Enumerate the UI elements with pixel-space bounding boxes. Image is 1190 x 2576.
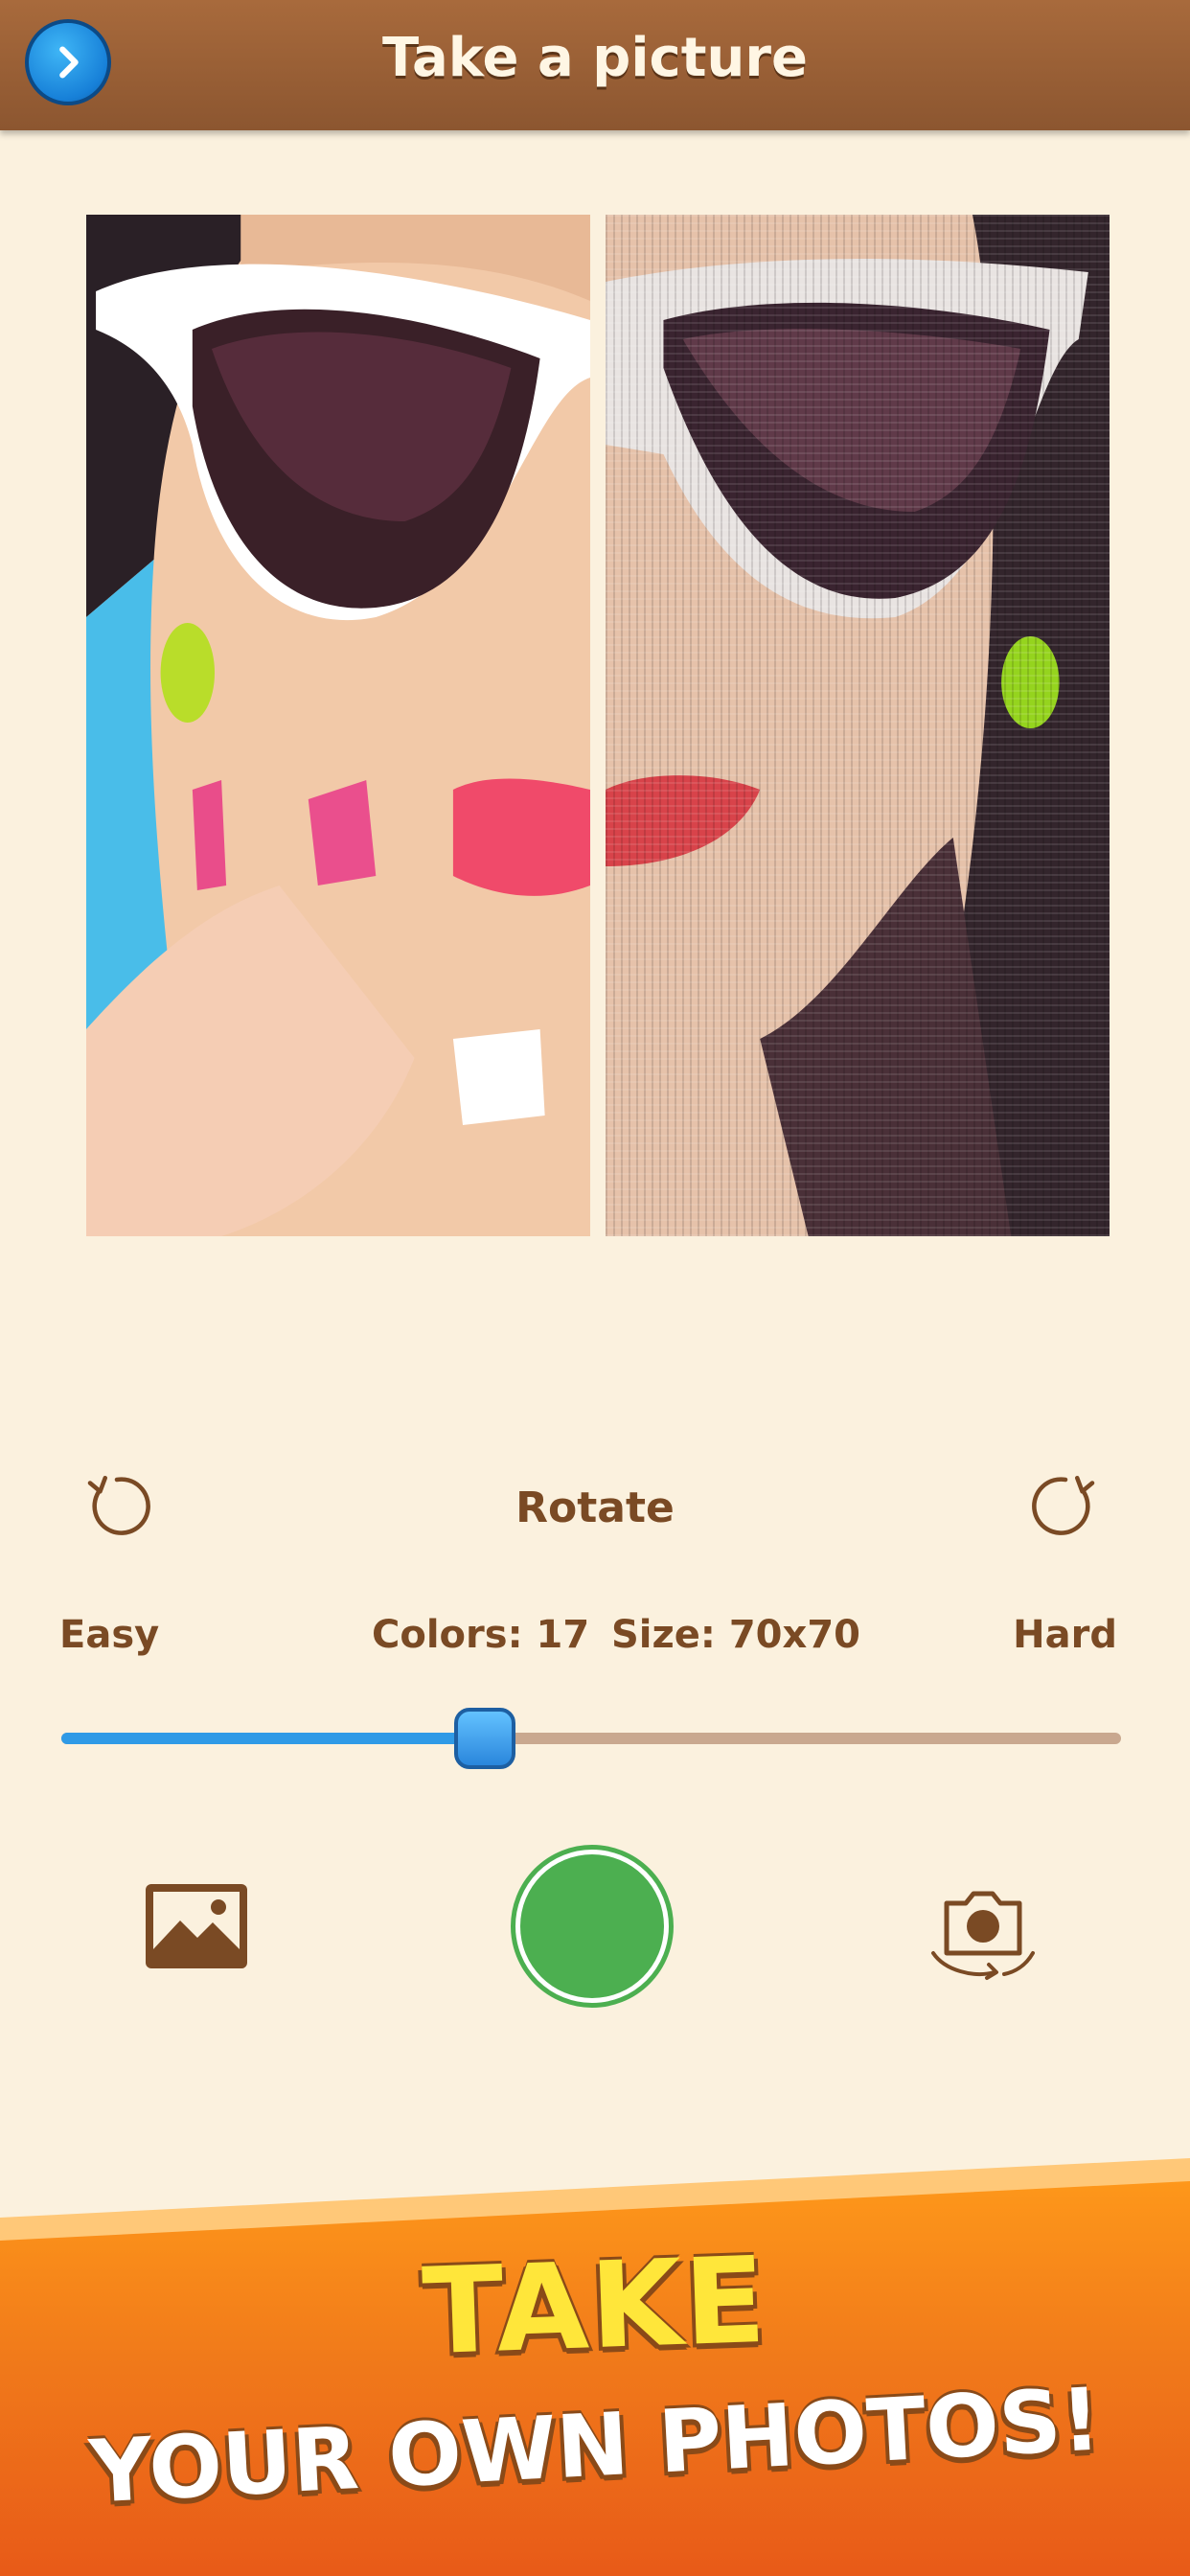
page-title: Take a picture: [382, 27, 808, 89]
rotate-right-icon[interactable]: [1025, 1466, 1106, 1547]
colors-count: Colors: 17: [372, 1613, 590, 1657]
gallery-icon[interactable]: [144, 1882, 249, 1970]
slider-fill: [61, 1733, 486, 1744]
original-photo: [86, 215, 590, 1236]
shutter-button[interactable]: [511, 1845, 674, 2008]
original-photo-art: [86, 215, 590, 1236]
easy-label: Easy: [59, 1613, 160, 1657]
camera-controls: [0, 1840, 1190, 2012]
rotate-row: Rotate: [0, 1466, 1190, 1552]
photo-preview: [86, 215, 1110, 1236]
header-bar: Take a picture: [0, 0, 1190, 130]
stitch-pattern-overlay: [606, 215, 1110, 1236]
rotate-label[interactable]: Rotate: [0, 1484, 1190, 1532]
grid-size: Size: 70x70: [611, 1613, 860, 1657]
difficulty-labels: Easy Colors: 17 Size: 70x70 Hard: [0, 1613, 1190, 1670]
difficulty-slider[interactable]: [61, 1708, 1121, 1769]
stitched-photo: [606, 215, 1110, 1236]
switch-camera-icon[interactable]: [926, 1871, 1041, 1986]
slider-thumb[interactable]: [454, 1708, 516, 1769]
hard-label: Hard: [1013, 1613, 1117, 1657]
shutter-inner: [520, 1854, 664, 1998]
